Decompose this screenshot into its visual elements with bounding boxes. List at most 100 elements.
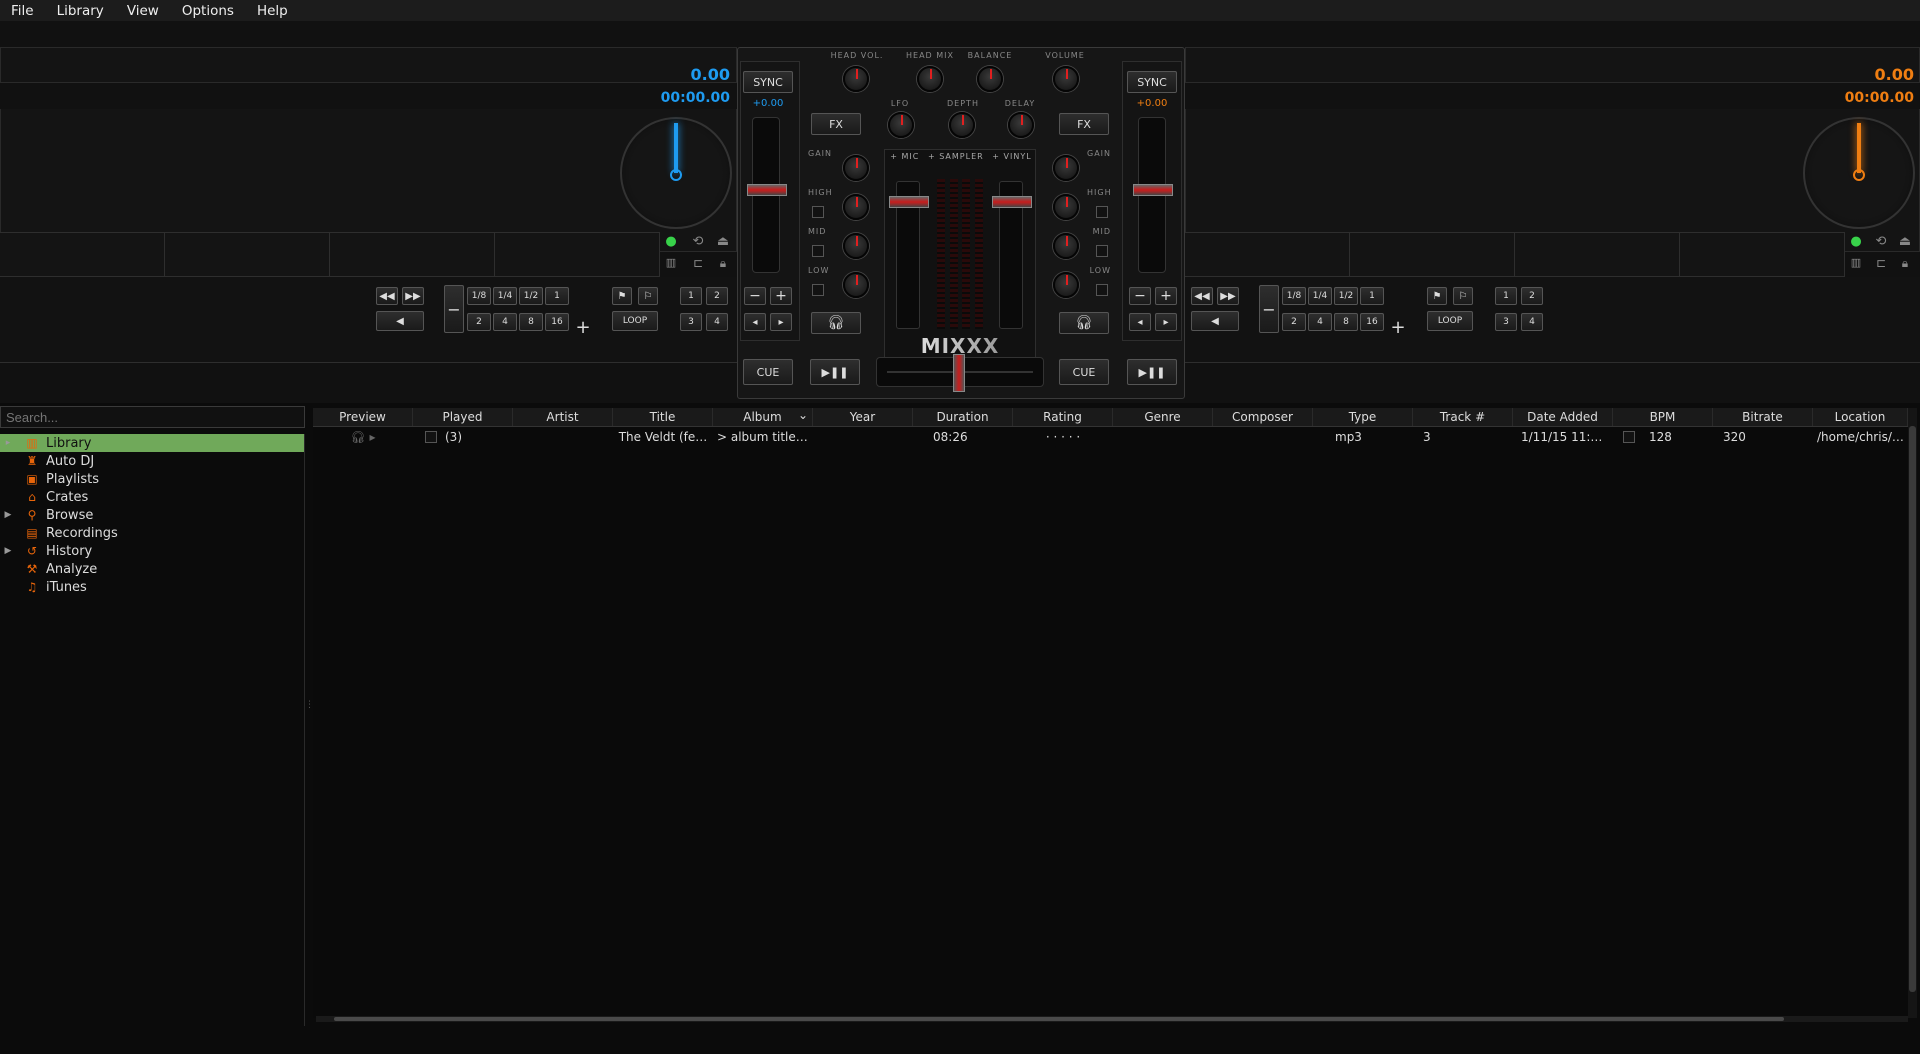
- rating-cell[interactable]: · · · · ·: [1013, 427, 1113, 447]
- column-header-year[interactable]: Year: [813, 408, 913, 426]
- left-loop-halve-button[interactable]: −: [444, 285, 464, 333]
- expand-icon[interactable]: ▸: [0, 438, 16, 448]
- right-high-knob[interactable]: [1053, 194, 1079, 220]
- right-channel-fader[interactable]: [992, 181, 1032, 329]
- left-gain-knob[interactable]: [843, 155, 869, 181]
- column-header-artist[interactable]: Artist: [513, 408, 613, 426]
- right-spinny[interactable]: [1803, 117, 1915, 229]
- column-header-date-added[interactable]: Date Added: [1513, 408, 1613, 426]
- crossfader[interactable]: [876, 354, 1044, 392]
- left-beatloop-1[interactable]: 1: [545, 287, 569, 305]
- left-ffwd-button[interactable]: ▶▶: [402, 287, 424, 305]
- right-keylock-icon[interactable]: ●: [1846, 234, 1866, 252]
- right-beatloop-2[interactable]: 2: [1282, 313, 1306, 331]
- depth-knob[interactable]: [949, 112, 975, 138]
- sidebar-item-crates[interactable]: ⌂ Crates: [0, 488, 304, 506]
- right-nudge-up-button[interactable]: ▸: [1155, 313, 1177, 331]
- right-mid-knob[interactable]: [1053, 233, 1079, 259]
- sidebar-item-recordings[interactable]: ▤ Recordings: [0, 524, 304, 542]
- left-beatloop-16[interactable]: 16: [545, 313, 569, 331]
- right-eject-icon[interactable]: ⏏: [1895, 234, 1915, 252]
- right-lock-icon[interactable]: 🔒︎: [1895, 256, 1915, 274]
- column-header-bitrate[interactable]: Bitrate: [1713, 408, 1813, 426]
- left-beatloop-8[interactable]: 8: [519, 313, 543, 331]
- left-keylock-icon[interactable]: ●: [661, 234, 681, 252]
- left-beatloop-1-2[interactable]: 1/2: [519, 287, 543, 305]
- column-header-bpm[interactable]: BPM: [1613, 408, 1713, 426]
- right-nudge-down-button[interactable]: ◂: [1129, 313, 1151, 331]
- right-hotcue-4[interactable]: 4: [1521, 313, 1543, 331]
- head-vol-knob[interactable]: [843, 66, 869, 92]
- volume-knob[interactable]: [1053, 66, 1079, 92]
- delay-knob[interactable]: [1008, 112, 1034, 138]
- sidebar-item-autodj[interactable]: ♜ Auto DJ: [0, 452, 304, 470]
- left-channel-fader[interactable]: [889, 181, 929, 329]
- right-ffwd-button[interactable]: ▶▶: [1217, 287, 1239, 305]
- sidebar-item-analyze[interactable]: ⚒ Analyze: [0, 560, 304, 578]
- right-pitch-down-button[interactable]: −: [1129, 287, 1151, 305]
- left-play-button[interactable]: ▶❚❚: [810, 359, 860, 385]
- sidebar-item-browse[interactable]: ▶ ⚲ Browse: [0, 506, 304, 524]
- right-loop-in-button[interactable]: ⚑: [1427, 287, 1447, 305]
- right-repeat-icon[interactable]: ⟲: [1871, 234, 1891, 252]
- left-hotcue-1[interactable]: 1: [680, 287, 702, 305]
- column-header-album[interactable]: Album ⌄: [713, 408, 813, 426]
- left-pitch-slider[interactable]: [747, 117, 787, 273]
- bpm-lock-checkbox[interactable]: [1623, 431, 1635, 443]
- left-overview[interactable]: [0, 232, 660, 277]
- left-nudge-down-button[interactable]: ◂: [744, 313, 766, 331]
- right-beatloop-1-4[interactable]: 1/4: [1308, 287, 1332, 305]
- left-hotcue-4[interactable]: 4: [706, 313, 728, 331]
- right-loop-double-button[interactable]: +: [1388, 317, 1408, 338]
- preview-cell[interactable]: 🎧︎ ▸: [313, 427, 413, 447]
- left-loop-out-button[interactable]: ⚐: [638, 287, 658, 305]
- right-beatloop-8[interactable]: 8: [1334, 313, 1358, 331]
- played-checkbox[interactable]: [425, 431, 437, 443]
- balance-knob[interactable]: [977, 66, 1003, 92]
- left-loop-in-button[interactable]: ⚑: [612, 287, 632, 305]
- sidebar-item-itunes[interactable]: ♫ iTunes: [0, 578, 304, 596]
- right-beatloop-1[interactable]: 1: [1360, 287, 1384, 305]
- column-header-rating[interactable]: Rating: [1013, 408, 1113, 426]
- column-header-type[interactable]: Type: [1313, 408, 1413, 426]
- left-lock-icon[interactable]: 🔒︎: [713, 256, 733, 274]
- right-loop-button[interactable]: LOOP: [1427, 311, 1473, 331]
- left-quantize-icon[interactable]: ⊏: [688, 256, 708, 274]
- right-channel-fader-handle[interactable]: [992, 196, 1032, 208]
- right-fx-button[interactable]: FX: [1059, 113, 1109, 135]
- right-beatgrid-icon[interactable]: ▥: [1846, 256, 1866, 274]
- column-header-played[interactable]: Played: [413, 408, 513, 426]
- right-cue-button[interactable]: CUE: [1059, 359, 1109, 385]
- left-beatloop-2[interactable]: 2: [467, 313, 491, 331]
- crossfader-handle[interactable]: [953, 354, 965, 392]
- head-mix-knob[interactable]: [917, 66, 943, 92]
- right-beatloop-16[interactable]: 16: [1360, 313, 1384, 331]
- menu-options[interactable]: Options: [171, 3, 246, 19]
- menu-view[interactable]: View: [116, 3, 171, 19]
- right-hotcue-2[interactable]: 2: [1521, 287, 1543, 305]
- column-header-title[interactable]: Title: [613, 408, 713, 426]
- left-sync-button[interactable]: SYNC: [743, 71, 793, 93]
- left-hotcue-2[interactable]: 2: [706, 287, 728, 305]
- right-pitch-handle[interactable]: [1133, 184, 1173, 196]
- left-repeat-icon[interactable]: ⟲: [688, 234, 708, 252]
- left-pitch-down-button[interactable]: −: [744, 287, 766, 305]
- right-reverse-button[interactable]: ◀: [1191, 311, 1239, 331]
- right-low-knob[interactable]: [1053, 272, 1079, 298]
- right-hotcue-3[interactable]: 3: [1495, 313, 1517, 331]
- right-mid-kill[interactable]: [1096, 245, 1108, 257]
- right-rewind-button[interactable]: ◀◀: [1191, 287, 1213, 305]
- sidebar-item-history[interactable]: ▶ ↺ History: [0, 542, 304, 560]
- sampler-expand-button[interactable]: + SAMPLER: [928, 152, 984, 166]
- expand-icon[interactable]: ▶: [0, 546, 16, 556]
- right-pitch-slider[interactable]: [1133, 117, 1173, 273]
- left-pitch-up-button[interactable]: +: [770, 287, 792, 305]
- right-gain-knob[interactable]: [1053, 155, 1079, 181]
- left-beatloop-4[interactable]: 4: [493, 313, 517, 331]
- right-sync-button[interactable]: SYNC: [1127, 71, 1177, 93]
- splitter-handle[interactable]: ⋮: [305, 700, 314, 730]
- right-play-button[interactable]: ▶❚❚: [1127, 359, 1177, 385]
- right-beatloop-4[interactable]: 4: [1308, 313, 1332, 331]
- right-high-kill[interactable]: [1096, 206, 1108, 218]
- menu-file[interactable]: File: [0, 3, 46, 19]
